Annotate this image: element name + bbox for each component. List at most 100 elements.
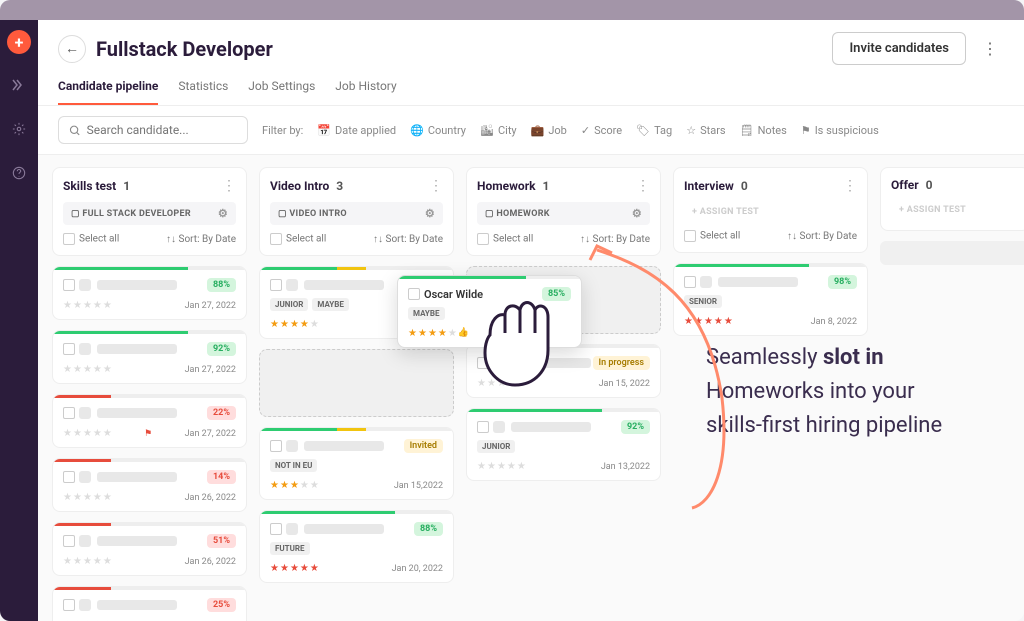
card-checkbox[interactable] [63,599,75,611]
back-button[interactable]: ← [58,35,86,63]
column-menu-icon[interactable]: ⋮ [222,178,236,194]
card-checkbox[interactable] [63,343,75,355]
tag: MAYBE [408,307,445,320]
card-checkbox[interactable] [270,440,282,452]
filter-tag[interactable]: 🏷 Tag [636,124,672,137]
candidate-card[interactable]: 88%FUTURE★★★★★Jan 20, 2022 [259,510,454,583]
card-checkbox[interactable] [270,279,282,291]
filter-country[interactable]: 🌐 Country [410,124,466,137]
column-count: 0 [741,179,748,193]
gear-icon[interactable]: ⚙ [425,207,435,220]
star-rating: ★★★★★ [63,300,112,311]
filter-score[interactable]: ✓ Score [581,124,622,137]
select-all-checkbox[interactable] [477,233,489,245]
column-menu-icon[interactable]: ⋮ [843,178,857,194]
select-all-checkbox[interactable] [63,233,75,245]
column-title: Homework [477,179,536,193]
column-count: 1 [543,179,550,193]
select-all-label[interactable]: Select all [286,234,326,245]
gear-icon[interactable]: ⚙ [632,207,642,220]
tabs: Candidate pipeline Statistics Job Settin… [58,79,1004,105]
filter-by-label: Filter by: [262,124,303,137]
star-rating: ★★★★★ [63,556,112,567]
arrow-illustration [582,238,862,528]
candidate-card[interactable]: 88%★★★★★Jan 27, 2022 [52,266,247,320]
candidate-card[interactable]: 14%★★★★★Jan 26, 2022 [52,458,247,512]
assign-test[interactable]: + ASSIGN TEST [684,202,857,222]
card-date: Jan 27, 2022 [185,301,236,311]
settings-icon[interactable] [6,116,32,142]
tag: MAYBE [312,298,349,311]
card-checkbox[interactable] [63,279,75,291]
search-icon [69,124,81,137]
add-button[interactable]: + [7,30,31,54]
filter-date[interactable]: 📅 Date applied [317,124,396,137]
star-rating: ★★★★★ [63,364,112,375]
filter-suspicious[interactable]: ⚑ Is suspicious [801,124,879,137]
select-all-label[interactable]: Select all [493,234,533,245]
column-title: Interview [684,179,734,193]
invite-candidates-button[interactable]: Invite candidates [832,32,966,65]
filter-row: Filter by: 📅 Date applied 🌐 Country 🏙 Ci… [38,106,1024,155]
card-checkbox[interactable] [63,471,75,483]
star-rating: ★★★★★ [270,563,319,574]
tag: FUTURE [270,542,310,555]
column-count: 3 [336,179,343,193]
star-rating: ★★★★★ [270,319,319,330]
card-date: Jan 27, 2022 [185,365,236,375]
expand-icon[interactable] [6,72,32,98]
tab-pipeline[interactable]: Candidate pipeline [58,79,158,105]
tag: JUNIOR [270,298,308,311]
tab-statistics[interactable]: Statistics [178,79,228,105]
search-input[interactable] [87,123,237,137]
candidate-card[interactable]: InvitedNOT IN EU★★★★★Jan 15,2022 [259,427,454,500]
candidate-card[interactable]: 22%★★★★★ ⚑Jan 27, 2022 [52,394,247,448]
select-all-checkbox[interactable] [270,233,282,245]
column-video-intro: Video Intro 3 ⋮ ▢ VIDEO INTRO⚙ Select all ↑↓… [259,167,454,609]
header: ← Fullstack Developer Invite candidates … [38,20,1024,106]
tab-job-settings[interactable]: Job Settings [248,79,315,105]
filter-stars[interactable]: ☆ Stars [686,124,725,137]
select-all-label[interactable]: Select all [79,234,119,245]
card-checkbox[interactable] [270,523,282,535]
score-badge: 51% [207,534,236,548]
card-checkbox[interactable] [63,535,75,547]
sort-button[interactable]: ↑↓ Sort: By Date [373,234,443,245]
score-badge: 14% [207,470,236,484]
score-badge: 92% [207,342,236,356]
test-pill[interactable]: ▢ FULL STACK DEVELOPER⚙ [63,202,236,225]
column-menu-icon[interactable]: ⋮ [429,178,443,194]
star-rating: ★★★★★ [63,428,112,439]
tab-job-history[interactable]: Job History [335,79,396,105]
gear-icon[interactable]: ⚙ [218,207,228,220]
column-title: Video Intro [270,179,329,193]
drop-placeholder [259,349,454,417]
card-date: Jan 15,2022 [394,481,443,491]
window-titlebar [0,0,1024,20]
column-title: Skills test [63,179,116,193]
page-title: Fullstack Developer [96,37,822,61]
tag: JUNIOR [477,440,515,453]
column-menu-icon[interactable]: ⋮ [636,178,650,194]
more-menu-icon[interactable]: ⋮ [976,35,1004,63]
filter-job[interactable]: 💼 Job [531,124,567,137]
filter-notes[interactable]: 🗒 Notes [740,124,787,137]
sort-button[interactable]: ↑↓ Sort: By Date [166,234,236,245]
score-badge: 88% [414,522,443,536]
card-date: Jan 26, 2022 [185,557,236,567]
candidate-card[interactable]: 25%★★★★★ [52,586,247,621]
candidate-card[interactable]: 92% ★★★★★ Jan 27, 2022 [52,330,247,384]
card-date: Jan 26, 2022 [185,493,236,503]
test-pill[interactable]: ▢ VIDEO INTRO⚙ [270,202,443,225]
search-box[interactable] [58,116,248,144]
card-checkbox[interactable] [477,421,489,433]
card-checkbox[interactable] [63,407,75,419]
star-rating: ★★★★★ [270,480,319,491]
column-count: 1 [123,179,130,193]
test-pill[interactable]: ▢ HOMEWORK⚙ [477,202,650,225]
column-skills-test: Skills test 1 ⋮ ▢ FULL STACK DEVELOPER⚙ Sel… [52,167,247,609]
candidate-card[interactable]: 51% ★★★★★ Jan 26, 2022 [52,522,247,576]
filter-city[interactable]: 🏙 City [480,124,517,137]
help-icon[interactable] [6,160,32,186]
status-badge: Invited [404,439,443,453]
